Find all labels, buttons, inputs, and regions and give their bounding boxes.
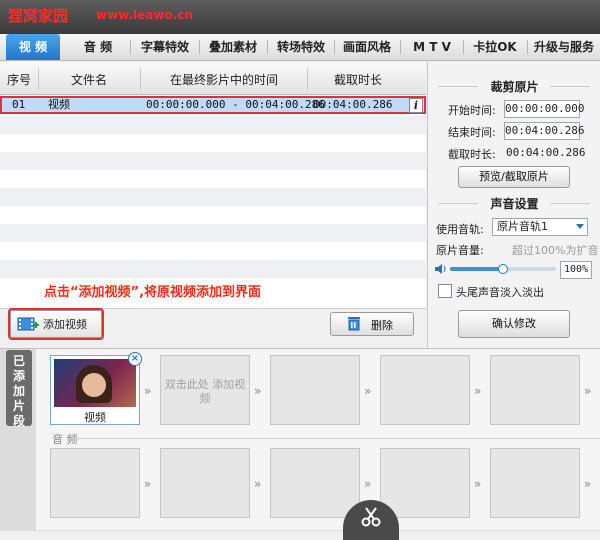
fade-checkbox[interactable]	[438, 284, 452, 298]
tab-divider	[527, 40, 528, 54]
transition-arrow-icon: »	[474, 384, 482, 398]
fade-label: 头尾声音淡入淡出	[456, 286, 544, 299]
instruction-annotation: 点击“添加视频”,将原视频添加到界面	[44, 285, 262, 300]
scissors-icon	[361, 507, 381, 527]
section-divider	[550, 203, 590, 204]
volume-slider[interactable]	[450, 264, 556, 274]
row-duration: 00:04:00.286	[313, 98, 393, 111]
transition-arrow-icon: »	[144, 477, 152, 491]
column-header-final-time[interactable]: 在最终影片中的时间	[141, 62, 307, 94]
add-video-button[interactable]: 添加视频	[8, 308, 104, 340]
settings-panel: 裁剪原片 开始时间: 00:00:00.000 结束时间: 00:04:00.2…	[427, 62, 600, 348]
transition-arrow-icon: »	[254, 384, 262, 398]
volume-slider-knob[interactable]	[498, 264, 508, 274]
audio-slot[interactable]	[380, 448, 470, 518]
tab-karaoke[interactable]: 卡拉OK	[466, 34, 524, 60]
added-clips-tab-label: 已添加片段	[12, 354, 25, 428]
empty-video-slot[interactable]	[490, 355, 580, 425]
transition-arrow-icon: »	[584, 477, 592, 491]
transition-arrow-icon: »	[364, 477, 372, 491]
info-icon[interactable]: i	[409, 98, 423, 113]
audio-slot[interactable]	[160, 448, 250, 518]
chevron-down-icon	[576, 224, 584, 229]
volume-hint: 超过100%为扩音	[512, 244, 599, 257]
empty-row	[0, 116, 426, 134]
title-bar: 狸窝家园 www.leawo.cn	[0, 0, 600, 34]
tab-divider	[463, 40, 464, 54]
tab-video[interactable]: 视 频	[6, 34, 60, 60]
tab-divider	[334, 40, 335, 54]
audio-track-select[interactable]: 原片音轨1	[492, 218, 588, 236]
empty-row	[0, 188, 426, 206]
speaker-icon	[435, 264, 446, 274]
add-video-label: 添加视频	[43, 318, 87, 331]
column-header-filename[interactable]: 文件名	[39, 62, 139, 94]
remove-clip-icon[interactable]: ×	[128, 352, 142, 366]
start-time-label: 开始时间:	[448, 104, 496, 117]
end-time-label: 结束时间:	[448, 126, 496, 139]
delete-label: 删除	[371, 319, 393, 332]
tab-upgrade-service[interactable]: 升级与服务	[529, 34, 599, 60]
tab-overlay[interactable]: 叠加素材	[202, 34, 264, 60]
watermark-url: www.leawo.cn	[96, 8, 193, 22]
clip-thumbnail	[54, 359, 136, 407]
tab-divider	[400, 40, 401, 54]
tab-mtv[interactable]: M T V	[404, 34, 460, 60]
column-header-index[interactable]: 序号	[0, 62, 38, 94]
video-list-header: 序号 文件名 在最终影片中的时间 截取时长	[0, 62, 426, 95]
empty-video-slot[interactable]	[270, 355, 360, 425]
tab-style[interactable]: 画面风格	[337, 34, 397, 60]
confirm-changes-button[interactable]: 确认修改	[458, 310, 570, 338]
transition-arrow-icon: »	[254, 477, 262, 491]
section-divider	[550, 86, 590, 87]
row-index: 01	[12, 98, 26, 111]
clip-name: 视频	[84, 411, 106, 424]
volume-value[interactable]: 100%	[560, 261, 592, 279]
video-list-panel: 序号 文件名 在最终影片中的时间 截取时长 01 视频 00:00:00.000…	[0, 62, 426, 308]
transition-arrow-icon: »	[144, 384, 152, 398]
tab-divider	[199, 40, 200, 54]
transition-arrow-icon: »	[474, 477, 482, 491]
add-video-icon	[17, 317, 39, 331]
crop-duration-value: 00:04:00.286	[506, 146, 586, 159]
end-time-field[interactable]: 00:04:00.286	[504, 122, 584, 140]
added-clips-tab[interactable]: 已添加片段	[6, 350, 32, 428]
transition-arrow-icon: »	[584, 384, 592, 398]
preview-crop-button[interactable]: 预览/截取原片	[458, 166, 570, 188]
audio-slot[interactable]	[270, 448, 360, 518]
empty-row	[0, 224, 426, 242]
row-filename: 视频	[48, 98, 70, 111]
empty-video-slot[interactable]	[380, 355, 470, 425]
tab-divider	[267, 40, 268, 54]
tab-audio[interactable]: 音 频	[72, 34, 124, 60]
audio-track-label: 使用音轨:	[436, 223, 484, 236]
empty-video-slot[interactable]: 双击此处 添加视频	[160, 355, 250, 425]
empty-slot-text: 双击此处 添加视频	[164, 378, 246, 405]
column-header-duration[interactable]: 截取时长	[308, 62, 408, 94]
tab-transition[interactable]: 转场特效	[270, 34, 332, 60]
watermark-site-name: 狸窝家园	[8, 7, 69, 25]
audio-track-title: 音 频	[52, 433, 78, 446]
main-tab-bar: 视 频 音 频 字幕特效 叠加素材 转场特效 画面风格 M T V 卡拉OK 升…	[0, 34, 600, 61]
start-time-field[interactable]: 00:00:00.000	[504, 100, 584, 118]
audio-slot[interactable]	[490, 448, 580, 518]
audio-slot[interactable]	[50, 448, 140, 518]
timeline-clip[interactable]: 视频	[50, 355, 140, 425]
empty-row	[0, 260, 426, 278]
transition-arrow-icon: »	[364, 384, 372, 398]
audio-track-divider	[70, 438, 600, 439]
row-time-range: 00:00:00.000 - 00:04:00.286	[146, 98, 325, 111]
audio-track-value: 原片音轨1	[497, 220, 548, 233]
trash-icon	[348, 317, 360, 331]
tab-subtitle-effects[interactable]: 字幕特效	[134, 34, 196, 60]
volume-label: 原片音量:	[436, 244, 484, 257]
crop-duration-label: 截取时长:	[448, 148, 496, 161]
tab-divider	[130, 40, 131, 54]
empty-row	[0, 152, 426, 170]
delete-button[interactable]: 删除	[330, 312, 414, 336]
video-list-row[interactable]: 01 视频 00:00:00.000 - 00:04:00.286 00:04:…	[0, 96, 426, 114]
